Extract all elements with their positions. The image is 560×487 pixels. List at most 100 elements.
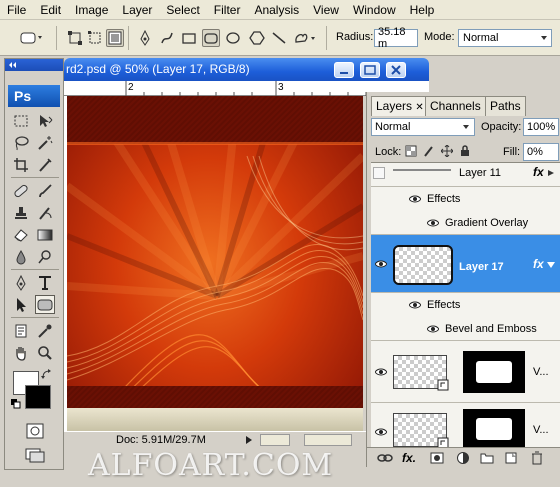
pen-tool[interactable]	[11, 273, 31, 292]
eye-icon[interactable]	[409, 301, 421, 309]
lock-all-icon[interactable]	[459, 145, 471, 157]
fill-pixels-button[interactable]	[106, 29, 124, 47]
layer-row[interactable]: V...	[371, 403, 560, 447]
menu-window[interactable]: Window	[346, 0, 403, 20]
magic-wand-tool[interactable]	[35, 133, 55, 152]
background-color-swatch[interactable]	[25, 385, 51, 409]
tools-panel-header[interactable]	[5, 59, 63, 71]
expand-arrow-icon[interactable]	[547, 169, 555, 177]
lock-transparency-icon[interactable]	[405, 145, 417, 157]
custom-shape-tool-button[interactable]	[292, 29, 318, 47]
eye-icon[interactable]	[375, 368, 387, 376]
lasso-tool[interactable]	[11, 133, 31, 152]
rounded-rectangle-tool[interactable]	[35, 295, 55, 314]
ellipse-tool-button[interactable]	[224, 29, 242, 47]
tab-channels[interactable]: Channels	[425, 96, 486, 116]
shape-layers-button[interactable]	[66, 29, 84, 47]
add-layer-style-button[interactable]: fx.	[401, 450, 417, 466]
screen-mode-button[interactable]	[23, 445, 47, 464]
eye-icon[interactable]	[409, 195, 421, 203]
fx-icon[interactable]: fx	[533, 165, 544, 179]
effect-row[interactable]: Bevel and Emboss	[371, 317, 560, 341]
new-group-button[interactable]	[479, 450, 495, 466]
zoom-tool[interactable]	[35, 343, 55, 362]
layer-row[interactable]: Layer 11 fx	[371, 163, 560, 187]
move-tool[interactable]	[35, 111, 55, 130]
notes-tool[interactable]	[11, 321, 31, 340]
fx-icon[interactable]: fx	[533, 257, 544, 271]
link-layers-button[interactable]	[377, 450, 393, 466]
layer-row[interactable]: V...	[371, 341, 560, 403]
lock-pixels-brush-icon[interactable]	[423, 145, 435, 157]
close-tab-icon[interactable]: ✕	[415, 102, 423, 113]
scroll-track-left[interactable]	[260, 434, 290, 446]
pen-tool-button[interactable]	[136, 29, 154, 47]
effects-row[interactable]: Effects	[371, 293, 560, 317]
minimize-button[interactable]	[334, 62, 354, 78]
menu-file[interactable]: File	[0, 0, 33, 20]
freeform-pen-button[interactable]	[158, 29, 176, 47]
eyedropper-tool[interactable]	[35, 321, 55, 340]
close-button[interactable]	[386, 62, 406, 78]
effect-row[interactable]: Gradient Overlay	[371, 211, 560, 235]
fill-input[interactable]: 0%	[523, 143, 559, 161]
marquee-tool[interactable]	[11, 111, 31, 130]
mode-select[interactable]: Normal	[458, 29, 552, 47]
opacity-input[interactable]: 100%	[523, 118, 559, 136]
delete-layer-button[interactable]	[529, 450, 545, 466]
blur-tool[interactable]	[11, 247, 31, 266]
status-menu-arrow-icon[interactable]	[244, 435, 254, 445]
half-circle-icon	[457, 452, 469, 464]
menu-help[interactable]: Help	[403, 0, 442, 20]
quick-mask-button[interactable]	[23, 421, 47, 440]
collapse-arrow-icon[interactable]	[547, 261, 555, 269]
swap-colors-icon[interactable]	[41, 369, 53, 381]
gradient-tool[interactable]	[35, 225, 55, 244]
line-tool-button[interactable]	[270, 29, 288, 47]
blend-mode-select[interactable]: Normal	[371, 118, 475, 136]
eye-icon[interactable]	[427, 325, 439, 333]
eye-icon[interactable]	[375, 428, 387, 436]
add-mask-button[interactable]	[429, 450, 445, 466]
eye-icon[interactable]	[375, 260, 387, 268]
layer-thumbnail	[393, 169, 451, 171]
menu-layer[interactable]: Layer	[115, 0, 159, 20]
drop-icon	[16, 249, 26, 264]
healing-brush-tool[interactable]	[11, 181, 31, 200]
menu-filter[interactable]: Filter	[207, 0, 248, 20]
eye-icon[interactable]	[427, 219, 439, 227]
menu-edit[interactable]: Edit	[33, 0, 68, 20]
paths-button[interactable]	[86, 29, 104, 47]
crop-tool[interactable]	[11, 155, 31, 174]
maximize-button[interactable]	[360, 62, 380, 78]
radius-input[interactable]: 35.18 m	[374, 26, 418, 50]
menu-view[interactable]: View	[306, 0, 346, 20]
hand-tool[interactable]	[11, 343, 31, 362]
tab-layers[interactable]: Layers ✕	[371, 96, 429, 116]
slice-tool[interactable]	[35, 155, 55, 174]
rectangle-tool-button[interactable]	[180, 29, 198, 47]
polygon-tool-button[interactable]	[248, 29, 266, 47]
type-tool[interactable]	[35, 273, 55, 292]
menu-image[interactable]: Image	[68, 0, 115, 20]
layer-row-selected[interactable]: Layer 17 fx	[371, 235, 560, 293]
brush-tool[interactable]	[35, 181, 55, 200]
lock-position-icon[interactable]	[441, 145, 453, 157]
menu-analysis[interactable]: Analysis	[247, 0, 306, 20]
visibility-toggle-empty[interactable]	[373, 167, 385, 179]
dodge-tool[interactable]	[35, 247, 55, 266]
tab-paths[interactable]: Paths	[485, 96, 526, 116]
history-brush-tool[interactable]	[35, 203, 55, 222]
new-layer-button[interactable]	[503, 450, 519, 466]
adjustment-layer-button[interactable]	[455, 450, 471, 466]
menu-select[interactable]: Select	[159, 0, 206, 20]
canvas-artwork[interactable]	[67, 96, 363, 431]
path-selection-tool[interactable]	[11, 295, 31, 314]
eraser-tool[interactable]	[11, 225, 31, 244]
horizontal-scrollbar-thumb[interactable]	[304, 434, 352, 446]
default-colors-icon[interactable]	[11, 399, 21, 409]
effects-row[interactable]: Effects	[371, 187, 560, 211]
rounded-rectangle-tool-button[interactable]	[202, 29, 220, 47]
clone-stamp-tool[interactable]	[11, 203, 31, 222]
tool-preset-picker[interactable]	[18, 29, 44, 47]
